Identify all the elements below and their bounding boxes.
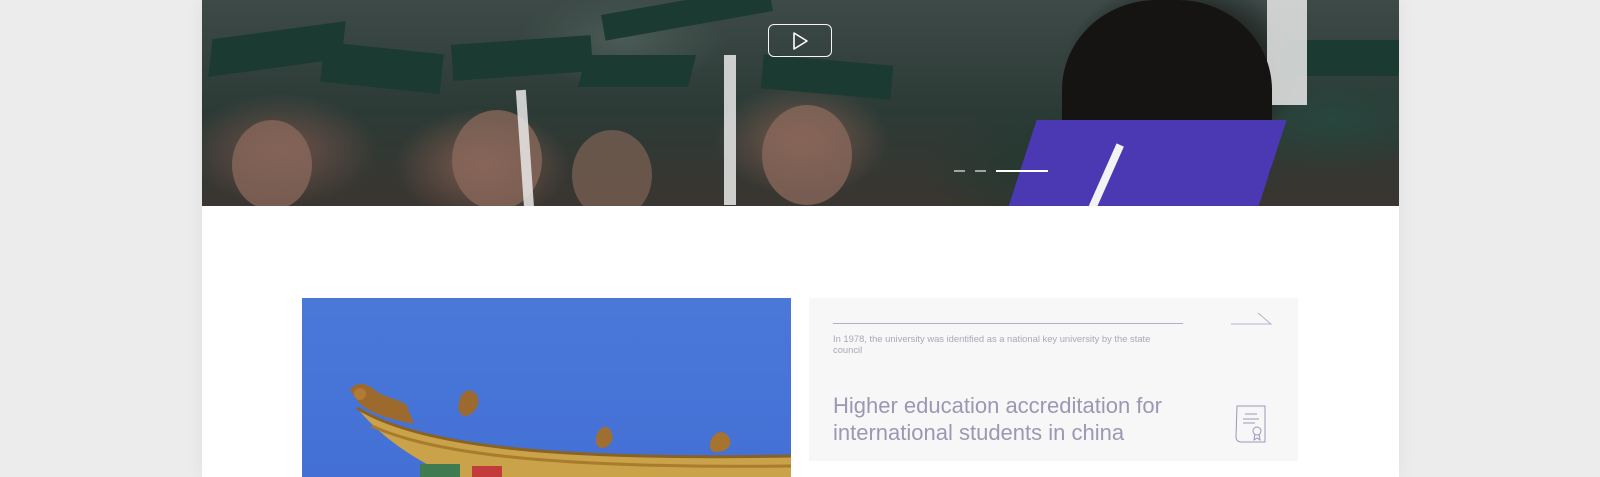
card-title[interactable]: Higher education accreditation for inter…	[833, 392, 1233, 446]
purple-stole	[1007, 120, 1287, 206]
graduation-cap	[578, 55, 696, 87]
slider-dot-3[interactable]	[996, 170, 1048, 172]
page-container: In 1978, the university was identified a…	[202, 0, 1399, 477]
tassel	[724, 55, 736, 205]
slider-dot-2[interactable]	[975, 170, 986, 172]
accreditation-card[interactable]: In 1978, the university was identified a…	[809, 298, 1298, 461]
graduate-face	[572, 130, 652, 206]
hero-banner	[202, 0, 1399, 206]
graduate-face	[232, 120, 312, 206]
graduation-cap	[320, 41, 444, 95]
play-icon	[793, 31, 808, 50]
graduation-cap	[450, 35, 594, 81]
card-divider	[833, 323, 1183, 324]
graduate-face	[762, 105, 852, 205]
graduation-cap	[601, 0, 773, 41]
card-note: In 1978, the university was identified a…	[833, 333, 1151, 355]
certificate-icon	[1235, 405, 1266, 443]
play-video-button[interactable]	[768, 24, 832, 57]
slider-dot-1[interactable]	[954, 170, 965, 172]
temple-roof-illustration	[350, 384, 791, 477]
tassel	[1267, 0, 1307, 105]
arrow-right-icon[interactable]	[1230, 311, 1272, 325]
graduation-cap	[760, 54, 894, 100]
temple-roof-photo	[302, 298, 791, 477]
